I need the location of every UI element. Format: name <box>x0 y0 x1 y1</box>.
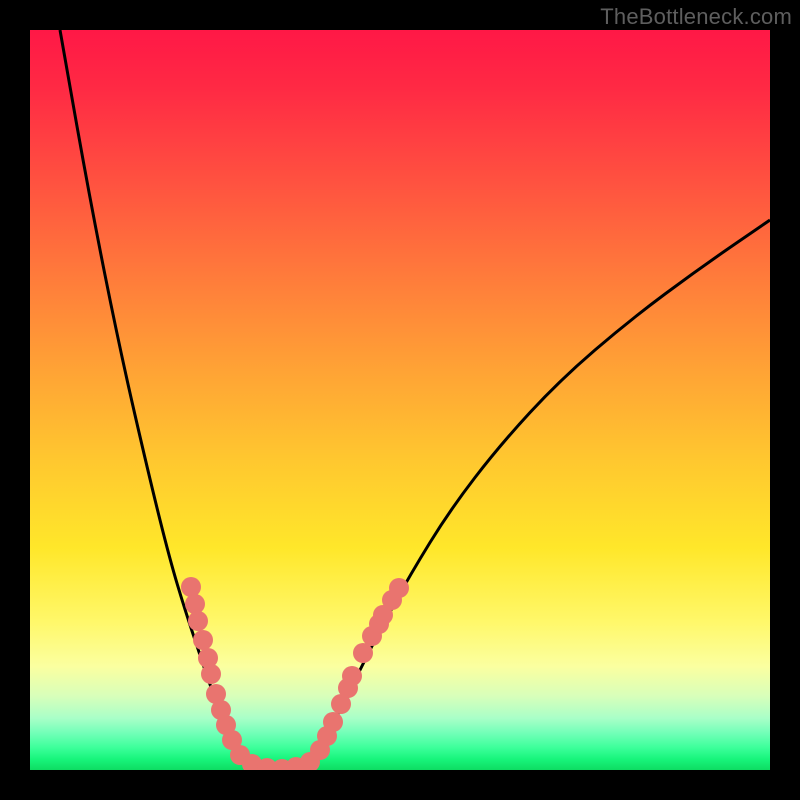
cluster-dot <box>323 712 343 732</box>
cluster-dot <box>353 643 373 663</box>
cluster-dot <box>201 664 221 684</box>
cluster-dot <box>181 577 201 597</box>
curve-svg <box>30 30 770 770</box>
watermark-text: TheBottleneck.com <box>600 4 792 30</box>
cluster-dot <box>342 666 362 686</box>
cluster-dot <box>185 594 205 614</box>
left-descending-curve <box>60 30 250 764</box>
gradient-plot-area <box>30 30 770 770</box>
cluster-dot <box>389 578 409 598</box>
cluster-dots-group <box>181 577 409 770</box>
chart-frame: TheBottleneck.com <box>0 0 800 800</box>
cluster-dot <box>193 630 213 650</box>
right-ascending-curve <box>308 220 770 764</box>
cluster-dot <box>188 611 208 631</box>
